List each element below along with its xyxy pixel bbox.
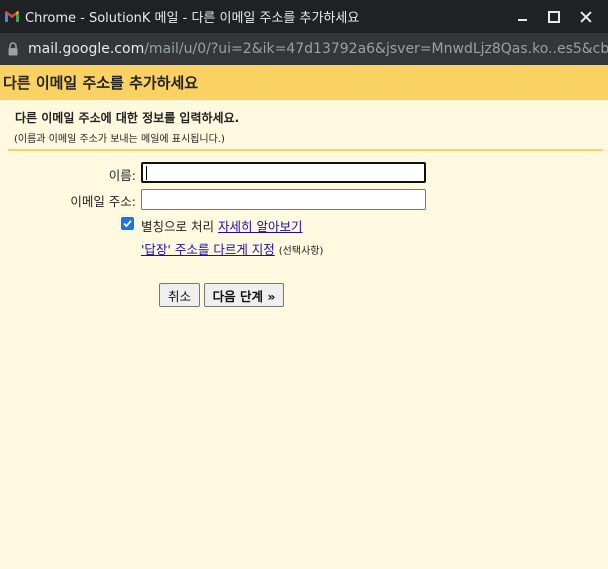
- instruction-subtext: (이름과 이메일 주소가 보내는 메일에 표시됩니다.): [14, 134, 225, 145]
- alias-row: 별칭으로 처리 자세히 알아보기: [141, 216, 302, 235]
- optional-note: (선택사항): [278, 246, 324, 257]
- lock-icon: [8, 42, 18, 56]
- close-window-button[interactable]: [570, 0, 602, 33]
- checkmark-icon: [123, 220, 132, 228]
- maximize-icon: [548, 10, 560, 23]
- gmail-icon: [5, 11, 19, 22]
- learn-more-link[interactable]: 자세히 알아보기: [218, 219, 302, 234]
- page-header: 다른 이메일 주소를 추가하세요: [0, 65, 608, 100]
- page-title: 다른 이메일 주소를 추가하세요: [3, 74, 199, 92]
- cancel-button[interactable]: 취소: [159, 283, 200, 307]
- minimize-icon: [517, 19, 527, 21]
- next-step-button[interactable]: 다음 단계 »: [204, 283, 284, 307]
- url-host: mail.google.com: [28, 41, 145, 57]
- instruction-text: 다른 이메일 주소에 대한 정보를 입력하세요.: [15, 111, 240, 125]
- window-title: Chrome - SolutionK 메일 - 다른 이메일 주소를 추가하세요: [25, 11, 360, 26]
- url-path: /mail/u/0/?ui=2&ik=47d13792a6&jsver=Mnwd…: [144, 41, 608, 57]
- close-icon: [580, 11, 592, 23]
- divider: [8, 149, 603, 151]
- instructions: 다른 이메일 주소에 대한 정보를 입력하세요. (이름과 이메일 주소가 보내…: [14, 109, 240, 145]
- email-label: 이메일 주소:: [70, 194, 136, 209]
- minimize-button[interactable]: [506, 0, 538, 33]
- alias-checkbox[interactable]: [121, 217, 134, 230]
- text-caret: [146, 166, 147, 180]
- name-label: 이름:: [108, 168, 136, 183]
- reply-to-link[interactable]: '답장' 주소를 다르게 지정: [141, 242, 275, 257]
- email-input[interactable]: [141, 189, 426, 210]
- window-titlebar: Chrome - SolutionK 메일 - 다른 이메일 주소를 추가하세요: [0, 0, 608, 33]
- reply-to-row: '답장' 주소를 다르게 지정 (선택사항): [141, 239, 323, 258]
- address-bar[interactable]: mail.google.com/mail/u/0/?ui=2&ik=47d137…: [0, 33, 608, 65]
- maximize-button[interactable]: [538, 0, 570, 33]
- name-input[interactable]: [141, 162, 426, 183]
- alias-label: 별칭으로 처리: [141, 219, 214, 234]
- url-text[interactable]: mail.google.com/mail/u/0/?ui=2&ik=47d137…: [28, 41, 608, 57]
